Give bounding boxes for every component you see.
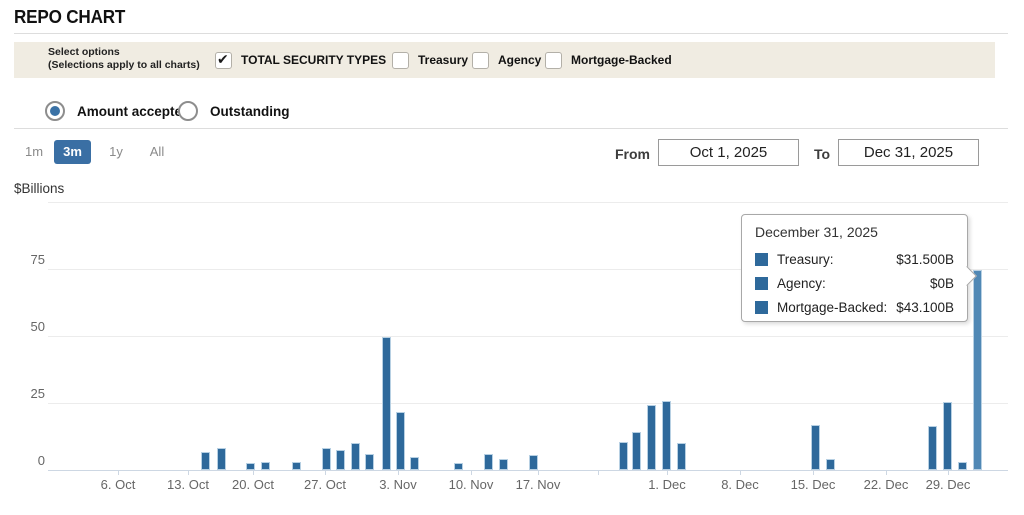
y-axis-title: $Billions	[14, 181, 64, 196]
bar[interactable]	[322, 448, 331, 470]
header-divider	[14, 33, 1008, 34]
gridline-0	[48, 470, 1008, 471]
radio-outstanding[interactable]: Outstanding	[178, 96, 290, 126]
range-button-all[interactable]: All	[140, 140, 174, 164]
options-bar: Select options (Selections apply to all …	[14, 42, 995, 78]
checkbox-box[interactable]	[545, 52, 562, 69]
checkbox-label: Treasury	[418, 53, 468, 67]
checkbox-box[interactable]	[472, 52, 489, 69]
x-axis-label: 6. Oct	[78, 477, 158, 492]
bar[interactable]	[365, 454, 374, 470]
bar[interactable]	[619, 442, 628, 470]
x-axis-label: 29. Dec	[908, 477, 988, 492]
series-swatch-icon	[755, 277, 768, 290]
radio-label: Amount accepted	[77, 104, 190, 119]
gridline-50	[48, 336, 1008, 337]
bar[interactable]	[928, 426, 937, 470]
radio-unselected-icon[interactable]	[178, 101, 198, 121]
range-button-3m[interactable]: 3m	[54, 140, 91, 164]
x-axis-tick	[325, 470, 326, 475]
x-axis-label: 3. Nov	[358, 477, 438, 492]
checkbox-label: TOTAL SECURITY TYPES	[241, 53, 386, 67]
bar[interactable]	[382, 337, 391, 470]
checkbox-label: Agency	[498, 53, 541, 67]
bar[interactable]	[246, 463, 255, 470]
x-axis-tick	[398, 470, 399, 475]
select-options-label: Select options (Selections apply to all …	[48, 46, 200, 72]
x-axis-tick	[667, 470, 668, 475]
checkbox-treasury[interactable]: Treasury	[392, 42, 468, 78]
bar[interactable]	[396, 412, 405, 470]
y-axis-label: 75	[0, 252, 45, 267]
checkbox-label: Mortgage-Backed	[571, 53, 672, 67]
radio-selected-icon[interactable]	[45, 101, 65, 121]
bar[interactable]	[351, 443, 360, 470]
range-button-1m[interactable]: 1m	[18, 140, 50, 164]
y-axis-label: 0	[0, 453, 45, 468]
radio-amount-accepted[interactable]: Amount accepted	[45, 96, 190, 126]
bar[interactable]	[662, 401, 671, 470]
x-axis-label: 17. Nov	[498, 477, 578, 492]
chart-tooltip: December 31, 2025 Treasury: $31.500B Age…	[741, 214, 968, 322]
tooltip-row-mortgage-backed: Mortgage-Backed: $43.100B	[755, 295, 954, 319]
bar[interactable]	[529, 455, 538, 470]
bar[interactable]	[958, 462, 967, 470]
bar[interactable]	[632, 432, 641, 470]
x-axis-tick	[813, 470, 814, 475]
x-axis-label: 20. Oct	[213, 477, 293, 492]
bar[interactable]	[826, 459, 835, 470]
checkbox-total-security-types[interactable]: ✔ TOTAL SECURITY TYPES	[215, 42, 386, 78]
bar[interactable]	[336, 450, 345, 470]
checkbox-box-checked[interactable]: ✔	[215, 52, 232, 69]
bar[interactable]	[484, 454, 493, 470]
x-axis-label: 27. Oct	[285, 477, 365, 492]
x-axis-label: 1. Dec	[627, 477, 707, 492]
tooltip-row-agency: Agency: $0B	[755, 271, 954, 295]
y-axis-label: 25	[0, 386, 45, 401]
bar[interactable]	[943, 402, 952, 470]
x-axis-tick	[948, 470, 949, 475]
y-axis-label: 50	[0, 319, 45, 334]
bar[interactable]	[261, 462, 270, 470]
radio-row-divider	[14, 128, 1008, 129]
checkbox-agency[interactable]: Agency	[472, 42, 541, 78]
gridline-25	[48, 403, 1008, 404]
to-label: To	[814, 146, 830, 162]
series-swatch-icon	[755, 301, 768, 314]
gridline-100	[48, 202, 1008, 203]
page-title: REPO CHART	[14, 7, 125, 28]
bar-highlighted[interactable]	[973, 270, 982, 470]
checkbox-box[interactable]	[392, 52, 409, 69]
bar[interactable]	[410, 457, 419, 470]
from-label: From	[615, 146, 650, 162]
to-date-input[interactable]	[838, 139, 979, 166]
bar[interactable]	[647, 405, 656, 470]
bar[interactable]	[217, 448, 226, 470]
x-axis-tick	[886, 470, 887, 475]
x-axis-tick	[118, 470, 119, 475]
x-axis-tick	[188, 470, 189, 475]
bar[interactable]	[292, 462, 301, 470]
x-axis-tick	[740, 470, 741, 475]
check-icon: ✔	[217, 51, 229, 68]
tooltip-row-treasury: Treasury: $31.500B	[755, 247, 954, 271]
bar[interactable]	[811, 425, 820, 470]
bar[interactable]	[677, 443, 686, 470]
x-axis-tick	[598, 470, 599, 475]
series-swatch-icon	[755, 253, 768, 266]
range-button-1y[interactable]: 1y	[100, 140, 132, 164]
repo-chart-page: REPO CHART Select options (Selections ap…	[0, 0, 1024, 515]
bar[interactable]	[499, 459, 508, 470]
x-axis-label: 8. Dec	[700, 477, 780, 492]
from-date-input[interactable]	[658, 139, 799, 166]
tooltip-date: December 31, 2025	[755, 224, 954, 240]
x-axis-tick	[471, 470, 472, 475]
checkbox-mortgage-backed[interactable]: Mortgage-Backed	[545, 42, 672, 78]
x-axis-label: 15. Dec	[773, 477, 853, 492]
bar[interactable]	[454, 463, 463, 470]
radio-label: Outstanding	[210, 104, 290, 119]
bar[interactable]	[201, 452, 210, 470]
x-axis-tick	[253, 470, 254, 475]
x-axis-tick	[538, 470, 539, 475]
